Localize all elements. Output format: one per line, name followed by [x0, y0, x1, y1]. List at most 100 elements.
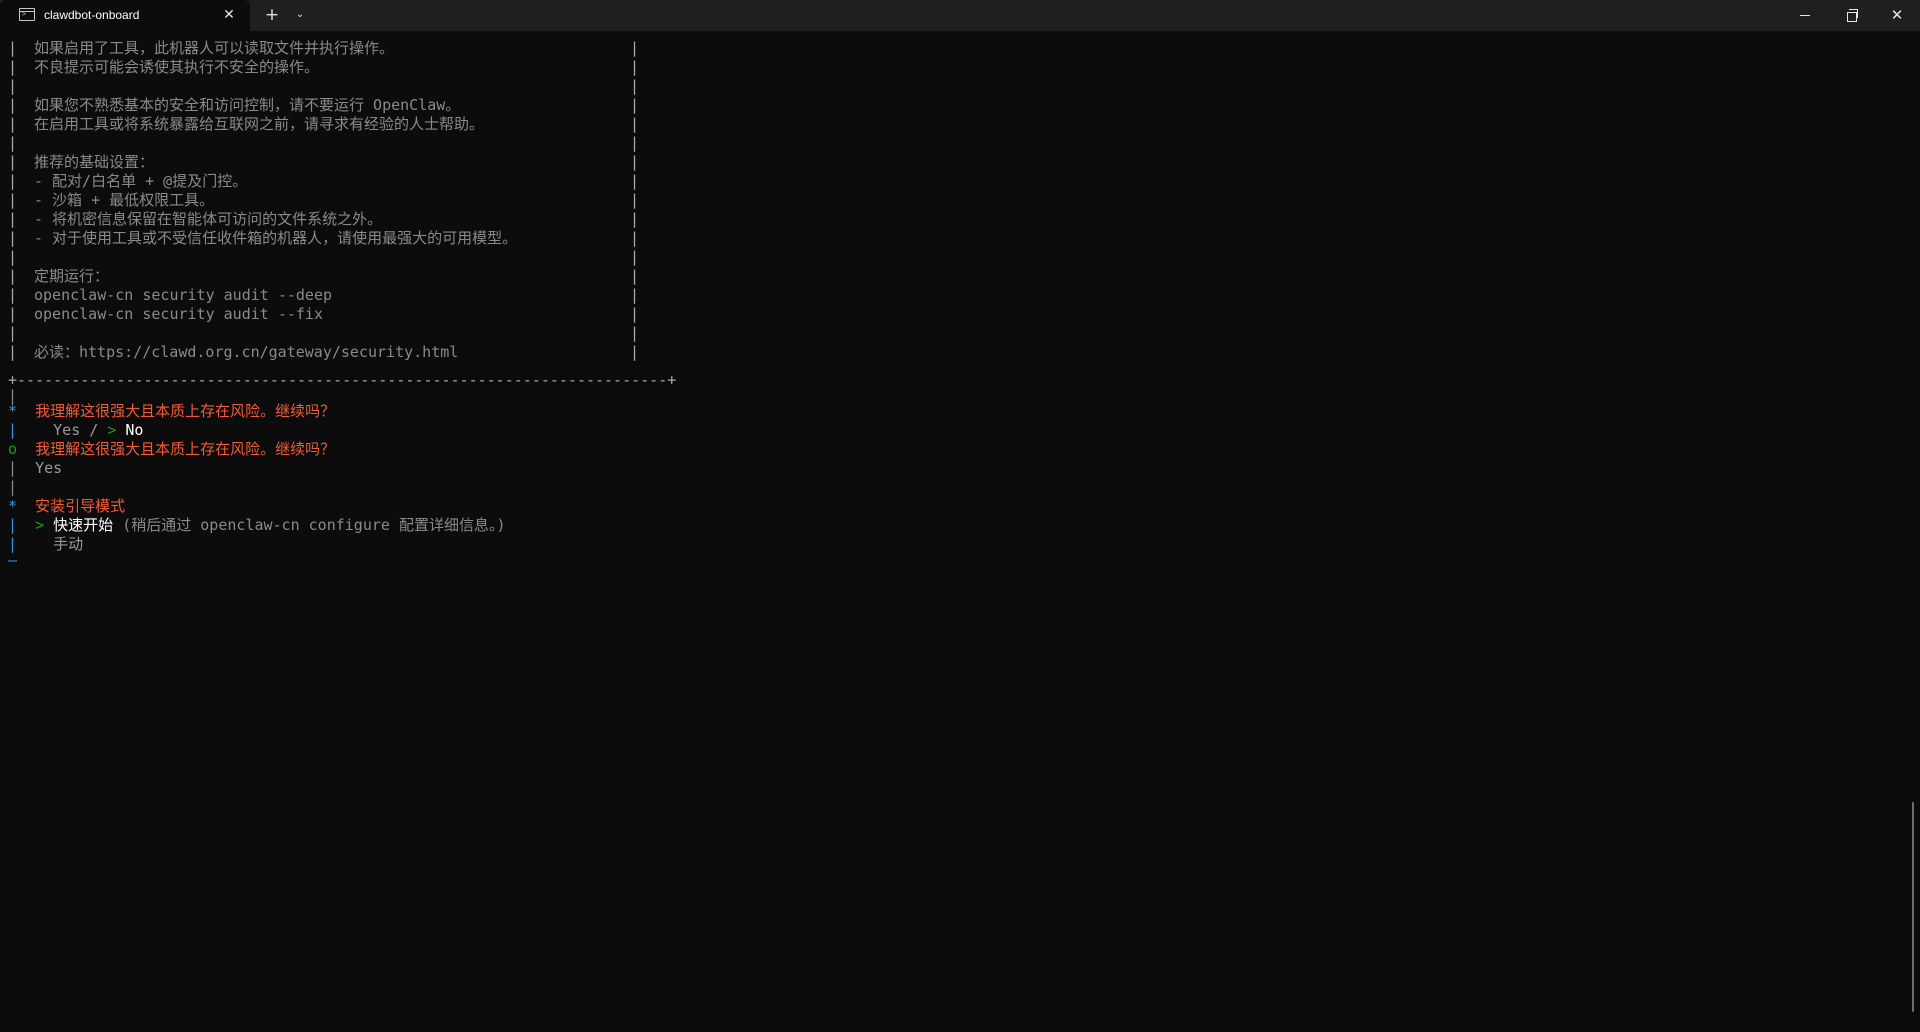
box-border-right: | — [630, 267, 640, 285]
notice-text: 在启用工具或将系统暴露给互联网之前，请寻求有经验的人士帮助。 — [34, 115, 485, 133]
selection-pointer: > — [35, 516, 45, 534]
notice-line: | 不良提示可能会诱使其执行不安全的操作。 | — [8, 58, 639, 77]
notice-text: openclaw-cn security audit --deep — [34, 286, 333, 304]
option-separator: / — [80, 421, 108, 439]
notice-text: - 对于使用工具或不受信任收件箱的机器人，请使用最强大的可用模型。 — [34, 229, 518, 247]
option-quickstart[interactable]: 快速开始 — [53, 516, 113, 534]
notice-line: | 如果您不熟悉基本的安全和访问控制，请不要运行 OpenClaw。 | — [8, 96, 639, 115]
notice-text: - 将机密信息保留在智能体可访问的文件系统之外。 — [34, 210, 383, 228]
maximize-button[interactable] — [1828, 0, 1874, 31]
notice-line: | | — [8, 248, 639, 267]
tab-clawdbot-onboard[interactable]: clawdbot-onboard ✕ — [0, 0, 250, 31]
box-border-right: | — [630, 96, 640, 114]
answered-marker: o — [8, 440, 18, 458]
terminal-output[interactable]: | 如果启用了工具，此机器人可以读取文件并执行操作。 | | 不良提示可能会诱使其执行不… — [0, 31, 1910, 1032]
gutter-line: | — [8, 459, 18, 477]
prompt-title: 安装引导模式 — [35, 497, 126, 515]
prompt-end-marker: — — [8, 551, 18, 569]
notice-text: 推荐的基础设置： — [34, 153, 155, 171]
notice-line: | | — [8, 134, 639, 153]
tab-title: clawdbot-onboard — [44, 8, 140, 22]
box-border-right: | — [630, 343, 640, 361]
box-border-left: | — [8, 96, 18, 114]
notice-text: 不良提示可能会诱使其执行不安全的操作。 — [34, 58, 320, 76]
notice-line: | - 配对/白名单 + @提及门控。 | — [8, 172, 639, 191]
selection-pointer: > — [107, 421, 117, 439]
notice-line: | openclaw-cn security audit --deep | — [8, 286, 639, 305]
option-manual[interactable]: 手动 — [53, 535, 83, 553]
box-border-left: | — [8, 286, 18, 304]
gutter-line: | — [8, 421, 18, 439]
answered-value-line: | Yes — [8, 459, 62, 478]
minimize-button[interactable] — [1782, 0, 1828, 31]
box-border-left: | — [8, 267, 18, 285]
chevron-down-icon[interactable]: ⌄ — [292, 4, 308, 26]
box-bottom-border: +---------------------------------------… — [8, 371, 677, 389]
notice-line: | | — [8, 77, 639, 96]
close-icon[interactable]: ✕ — [220, 5, 238, 25]
close-window-button[interactable]: ✕ — [1874, 0, 1920, 31]
answered-question: 我理解这很强大且本质上存在风险。继续吗？ — [35, 440, 336, 458]
answered-risk-question: o 我理解这很强大且本质上存在风险。继续吗？ — [8, 440, 335, 459]
box-border-left: | — [8, 229, 18, 247]
notice-line: | 推荐的基础设置： | — [8, 153, 639, 172]
box-border-left: | — [8, 134, 18, 152]
minimize-icon — [1800, 15, 1810, 16]
prompt-risk-options: | Yes / > No — [8, 421, 143, 440]
box-border-right: | — [630, 229, 640, 247]
notice-line: | 在启用工具或将系统暴露给互联网之前，请寻求有经验的人士帮助。 | — [8, 115, 639, 134]
box-border-left: | — [8, 248, 18, 266]
notice-line: | openclaw-cn security audit --fix | — [8, 305, 639, 324]
notice-text: 必读：https://clawd.org.cn/gateway/security… — [34, 343, 459, 361]
option-yes[interactable]: Yes — [53, 421, 80, 439]
box-border-left: | — [8, 305, 18, 323]
terminal-window: clawdbot-onboard ✕ + ⌄ ✕ | 如果启用了工具，此机器人可以… — [0, 0, 1920, 1032]
notice-text: - 配对/白名单 + @提及门控。 — [34, 172, 248, 190]
notice-line: | 定期运行： | — [8, 267, 639, 286]
option-quickstart-line[interactable]: | > 快速开始 (稍后通过 openclaw-cn configure 配置详… — [8, 516, 505, 535]
box-border-left: | — [8, 115, 18, 133]
box-border-right: | — [630, 248, 640, 266]
box-border-right: | — [630, 286, 640, 304]
prompt-question: 我理解这很强大且本质上存在风险。继续吗？ — [35, 402, 336, 420]
box-border-right: | — [630, 77, 640, 95]
notice-line: | - 将机密信息保留在智能体可访问的文件系统之外。 | — [8, 210, 639, 229]
title-bar: clawdbot-onboard ✕ + ⌄ ✕ — [0, 0, 1920, 31]
box-border-left: | — [8, 39, 18, 57]
restore-icon — [1847, 9, 1858, 22]
plus-icon[interactable]: + — [262, 3, 282, 27]
box-border-right: | — [630, 172, 640, 190]
box-border-left: | — [8, 58, 18, 76]
box-border-right: | — [630, 39, 640, 57]
box-border-left: | — [8, 172, 18, 190]
notice-text: - 沙箱 + 最低权限工具。 — [34, 191, 215, 209]
close-icon: ✕ — [1890, 6, 1904, 24]
option-manual-line[interactable]: | 手动 — [8, 535, 83, 554]
box-border-left: | — [8, 191, 18, 209]
option-quickstart-hint: (稍后通过 openclaw-cn configure 配置详细信息。) — [122, 516, 506, 534]
box-border-right: | — [630, 305, 640, 323]
scrollbar-thumb[interactable] — [1912, 802, 1914, 1012]
terminal-icon — [19, 8, 35, 21]
box-border-left: | — [8, 153, 18, 171]
prompt-active-marker: * — [8, 497, 18, 515]
notice-line: | 必读：https://clawd.org.cn/gateway/securit… — [8, 343, 639, 362]
notice-text: 定期运行： — [34, 267, 110, 285]
box-border-right: | — [630, 153, 640, 171]
notice-line: | 如果启用了工具，此机器人可以读取文件并执行操作。 | — [8, 39, 639, 58]
notice-line: | - 对于使用工具或不受信任收件箱的机器人，请使用最强大的可用模型。 | — [8, 229, 639, 248]
box-border-left: | — [8, 324, 18, 342]
box-border-left: | — [8, 210, 18, 228]
box-border-right: | — [630, 191, 640, 209]
box-border-right: | — [630, 210, 640, 228]
notice-line: | | — [8, 324, 639, 343]
notice-text: 如果启用了工具，此机器人可以读取文件并执行操作。 — [34, 39, 395, 57]
notice-text: 如果您不熟悉基本的安全和访问控制，请不要运行 OpenClaw。 — [34, 96, 461, 114]
option-no[interactable]: No — [125, 421, 143, 439]
box-border-left: | — [8, 343, 18, 361]
prompt-onboard-mode: * 安装引导模式 — [8, 497, 125, 516]
prompt-active-marker: * — [8, 402, 18, 420]
prompt-risk-question: * 我理解这很强大且本质上存在风险。继续吗？ — [8, 402, 335, 421]
gutter-line: | — [8, 516, 18, 534]
notice-text: openclaw-cn security audit --fix — [34, 305, 323, 323]
